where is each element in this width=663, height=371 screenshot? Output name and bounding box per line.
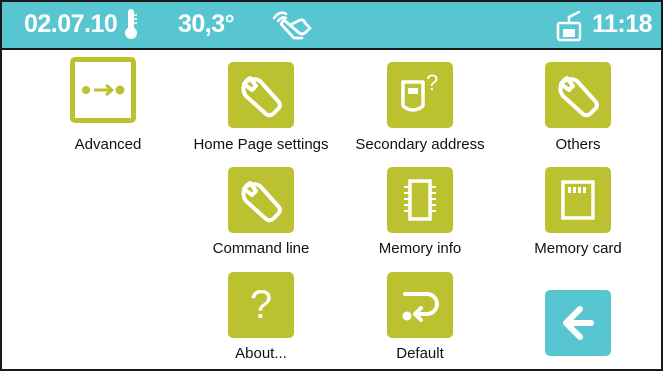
default-label: Default [396, 345, 444, 362]
memory-info-button[interactable] [387, 167, 453, 233]
status-temperature: 30,3° [178, 10, 235, 38]
others-button[interactable] [545, 62, 611, 128]
hand-touch-icon [272, 11, 312, 40]
status-time: 11:18 [592, 10, 653, 38]
wrench-icon [241, 181, 282, 223]
memory-card-label: Memory card [534, 240, 622, 257]
status-date: 02.07.10 [24, 10, 118, 38]
answering-machine-icon [556, 10, 582, 42]
memory-chip-icon [404, 179, 436, 221]
advanced-label: Advanced [74, 136, 142, 153]
wrench-icon [241, 76, 282, 118]
status-bar: 02.07.10 30,3° 11:18 [2, 2, 661, 50]
back-button[interactable] [545, 290, 611, 356]
svg-text:?: ? [426, 70, 438, 95]
advanced-button[interactable] [70, 57, 136, 123]
secondary-address-icon: ? [401, 70, 438, 112]
command-line-button[interactable] [228, 167, 294, 233]
secondary-address-label: Secondary address [355, 136, 485, 153]
memory-card-icon [561, 180, 595, 220]
return-arrow-icon [402, 292, 439, 322]
dots-arrow-icon [82, 83, 125, 97]
others-label: Others [555, 136, 601, 153]
thermometer-icon [125, 9, 137, 39]
default-button[interactable] [387, 272, 453, 338]
memory-info-label: Memory info [378, 240, 462, 257]
about-button[interactable]: ? [228, 272, 294, 338]
home-page-settings-button[interactable] [228, 62, 294, 128]
home-page-settings-label: Home Page settings [193, 136, 329, 153]
command-line-label: Command line [212, 240, 310, 257]
back-arrow-icon [563, 306, 594, 340]
about-label: About... [235, 345, 287, 362]
question-mark-icon: ? [249, 283, 273, 327]
wrench-icon [558, 76, 599, 118]
device-screen: 02.07.10 30,3° 11:18 Advanced Home Page … [0, 0, 663, 371]
memory-card-button[interactable] [545, 167, 611, 233]
secondary-address-button[interactable]: ? [387, 62, 453, 128]
